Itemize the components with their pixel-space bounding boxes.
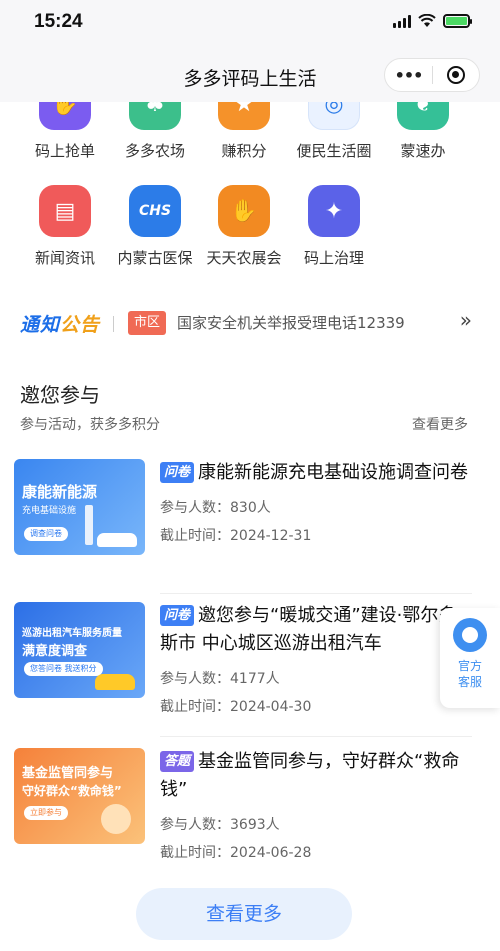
- grid-item-points[interactable]: ★ 赚积分: [199, 102, 289, 161]
- chevron-right-icon[interactable]: »: [460, 308, 472, 332]
- nav-bar: 多多评码上生活 •••: [0, 46, 500, 102]
- thumb-title: 基金监管同参与: [22, 766, 114, 781]
- card-deadline: 截止时间：2024-04-30: [160, 699, 312, 715]
- thumb-subtitle: 守好群众“救命钱”: [22, 784, 122, 798]
- life-circle-icon: ◎: [308, 102, 360, 130]
- service-label: 官方 客服: [440, 658, 500, 690]
- thumb-subtitle: 满意度调查: [22, 644, 88, 659]
- grid-item-qiangdan[interactable]: ✋ 码上抢单: [20, 102, 110, 161]
- grid-item-label: 天天农展会: [206, 249, 282, 267]
- status-time: 15:24: [34, 11, 83, 32]
- taxi-icon: [95, 674, 135, 690]
- section-more-link[interactable]: 查看更多: [412, 414, 468, 434]
- thumb-button: 立即参与: [24, 806, 68, 820]
- notice-bar[interactable]: 通知公告 市区 国家安全机关举报受理电话12339 »: [0, 294, 500, 354]
- news-icon: ▤: [39, 185, 91, 237]
- grid-item-medical-insurance[interactable]: CHS 内蒙古医保: [110, 185, 200, 268]
- thumb-button: 调查问卷: [24, 527, 68, 541]
- card-tag: 答题: [160, 751, 195, 772]
- farm-icon: ♣: [129, 102, 181, 130]
- card-tag: 问卷: [160, 605, 195, 626]
- notice-logo-b: 公告: [60, 314, 101, 336]
- grid-item-label: 蒙速办: [400, 142, 446, 160]
- grid-item-governance[interactable]: ✦ 码上治理: [289, 185, 379, 268]
- card-divider: [160, 593, 472, 594]
- activity-card[interactable]: 基金监管同参与 守好群众“救命钱” 立即参与 答题 基金监管同参与，守好群众“救命…: [14, 748, 472, 883]
- battery-icon: [443, 14, 472, 28]
- grid-item-farm[interactable]: ♣ 多多农场: [110, 102, 200, 161]
- notice-divider: [113, 316, 114, 332]
- card-participants: 参与人数：830人: [160, 500, 271, 516]
- card-title: 问卷 康能新能源充电基础设施调查问卷: [160, 459, 472, 487]
- target-icon: [446, 66, 465, 84]
- card-title-text: 康能新能源充电基础设施调查问卷: [198, 462, 469, 483]
- status-bar: 15:24: [0, 0, 500, 46]
- card-title-text: 基金监管同参与，守好群众“救命钱”: [160, 751, 460, 800]
- card-title-text: 邀您参与“暖城交通”建设·鄂尔多斯市 中心城区巡游出租汽车: [160, 605, 457, 654]
- notice-text[interactable]: 国家安全机关举报受理电话12339: [177, 312, 405, 333]
- more-button[interactable]: •••: [385, 66, 432, 85]
- grid-item-label: 码上治理: [303, 249, 364, 267]
- service-label-line1: 官方: [457, 659, 482, 673]
- charger-icon: [85, 505, 93, 545]
- handshake-icon: ✋: [218, 185, 270, 237]
- grid-item-news[interactable]: ▤ 新闻资讯: [20, 185, 110, 268]
- governance-icon: ✦: [308, 185, 360, 237]
- mini-program-capsule: •••: [384, 58, 480, 92]
- card-divider: [160, 736, 472, 737]
- notice-logo-a: 通知: [20, 314, 61, 336]
- card-deadline: 截止时间：2024-12-31: [160, 528, 312, 544]
- coin-icon: [101, 804, 131, 834]
- grid-item-label: 新闻资讯: [34, 249, 95, 267]
- card-title: 问卷 邀您参与“暖城交通”建设·鄂尔多斯市 中心城区巡游出租汽车: [160, 602, 472, 658]
- notice-tag: 市区: [128, 311, 167, 335]
- grid-item-label: 便民生活圈: [296, 142, 372, 160]
- car-icon: [97, 533, 137, 547]
- thumb-title: 巡游出租汽车服务质量: [22, 628, 122, 639]
- card-thumbnail: 巡游出租汽车服务质量 满意度调查 您答问卷 我送积分: [14, 602, 145, 698]
- card-participants: 参与人数：3693人: [160, 817, 280, 833]
- activity-card[interactable]: 康能新能源 充电基础设施 调查问卷 问卷 康能新能源充电基础设施调查问卷 参与人数…: [14, 459, 472, 594]
- grid-item-life-circle[interactable]: ◎ 便民生活圈: [289, 102, 379, 161]
- section-title: 邀您参与: [20, 383, 100, 407]
- grid-item-mengsuban[interactable]: ❦ 蒙速办: [378, 102, 468, 161]
- signal-icon: [393, 14, 411, 28]
- service-label-line2: 客服: [457, 675, 482, 689]
- card-thumbnail: 康能新能源 充电基础设施 调查问卷: [14, 459, 145, 555]
- card-body: 问卷 康能新能源充电基础设施调查问卷 参与人数：830人 截止时间：2024-12…: [160, 459, 472, 545]
- activity-card[interactable]: 巡游出租汽车服务质量 满意度调查 您答问卷 我送积分 问卷 邀您参与“暖城交通”建…: [14, 602, 472, 737]
- grid-item-farm-expo[interactable]: ✋ 天天农展会: [199, 185, 289, 268]
- headset-icon: [453, 618, 487, 652]
- hand-icon: ✋: [39, 102, 91, 130]
- grid-item-label: 码上抢单: [34, 142, 95, 160]
- close-button[interactable]: [433, 66, 479, 84]
- leaf-icon: ❦: [397, 102, 449, 130]
- grid-item-label: 赚积分: [221, 142, 267, 160]
- card-title: 答题 基金监管同参与，守好群众“救命钱”: [160, 748, 472, 804]
- thumb-subtitle: 充电基础设施: [22, 506, 77, 516]
- grid-item-label: 多多农场: [124, 142, 185, 160]
- points-icon: ★: [218, 102, 270, 130]
- status-icons: [393, 14, 472, 28]
- notice-logo: 通知公告: [20, 310, 100, 337]
- section-subtitle: 参与活动，获多多积分: [20, 417, 160, 433]
- thumb-title: 康能新能源: [22, 483, 98, 501]
- view-more-button[interactable]: 查看更多: [136, 888, 352, 940]
- thumb-button: 您答问卷 我送积分: [24, 662, 103, 676]
- card-thumbnail: 基金监管同参与 守好群众“救命钱” 立即参与: [14, 748, 145, 844]
- grid-item-label: 内蒙古医保: [117, 249, 193, 267]
- chs-icon: CHS: [129, 185, 181, 237]
- wifi-icon: [418, 14, 436, 27]
- card-body: 答题 基金监管同参与，守好群众“救命钱” 参与人数：3693人 截止时间：2024…: [160, 748, 472, 862]
- card-body: 问卷 邀您参与“暖城交通”建设·鄂尔多斯市 中心城区巡游出租汽车 参与人数：417…: [160, 602, 472, 716]
- card-deadline: 截止时间：2024-06-28: [160, 845, 312, 861]
- customer-service-button[interactable]: 官方 客服: [440, 608, 500, 708]
- card-tag: 问卷: [160, 462, 195, 483]
- card-participants: 参与人数：4177人: [160, 671, 280, 687]
- scroll-content[interactable]: ✋ 码上抢单 ♣ 多多农场 ★ 赚积分 ◎ 便民生活圈 ❦ 蒙速办 ▤ 新闻资讯…: [0, 102, 500, 951]
